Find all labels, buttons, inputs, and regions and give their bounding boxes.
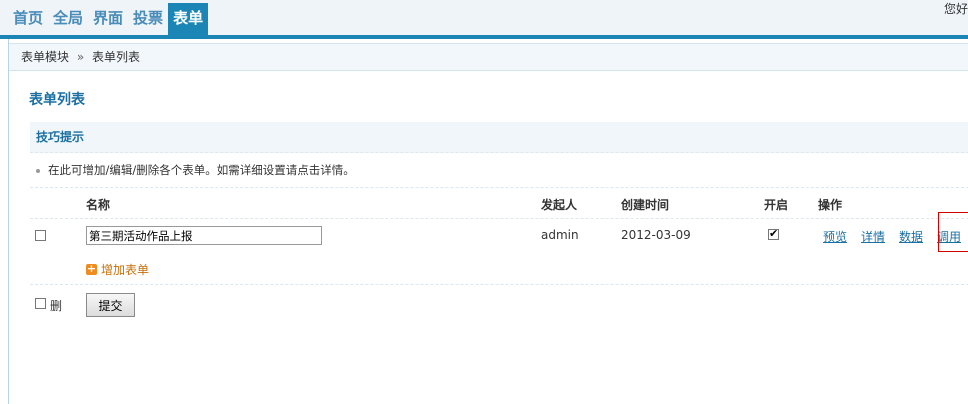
content-frame: 表单模块 » 表单列表 表单列表 技巧提示 在此可增加/编辑/删除各个表单。如需… xyxy=(8,39,968,404)
header-enabled: 开启 xyxy=(764,198,789,212)
nav-item-interface[interactable]: 界面 xyxy=(88,3,128,35)
breadcrumb-current: 表单列表 xyxy=(92,50,141,64)
footer-actions: 删 提交 xyxy=(30,290,968,320)
main-nav: 首页 全局 界面 投票 表单 xyxy=(8,3,209,35)
enabled-checkbox[interactable] xyxy=(768,227,779,240)
user-greeting: 您好 xyxy=(943,2,968,16)
top-navigation-bar: 首页 全局 界面 投票 表单 您好 xyxy=(0,0,968,36)
initiator-value: admin xyxy=(541,228,579,242)
header-name: 名称 xyxy=(86,198,111,212)
add-form-button[interactable]: + 增加表单 xyxy=(86,261,149,278)
tips-text: 在此可增加/编辑/删除各个表单。如需详细设置请点击详情。 xyxy=(48,163,355,177)
submit-button[interactable]: 提交 xyxy=(86,293,135,317)
tips-title: 技巧提示 xyxy=(30,122,968,153)
nav-item-form[interactable]: 表单 xyxy=(168,3,209,35)
highlight-box xyxy=(938,212,968,252)
select-all-delete-checkbox[interactable] xyxy=(35,298,46,309)
nav-item-global[interactable]: 全局 xyxy=(48,3,88,35)
delete-label: 删 xyxy=(50,299,63,313)
nav-item-vote[interactable]: 投票 xyxy=(128,3,168,35)
header-initiator: 发起人 xyxy=(541,198,578,212)
table-row: admin 2012-03-09 预览 详情 数据 调用 xyxy=(30,212,968,252)
data-link[interactable]: 数据 xyxy=(899,228,923,245)
form-name-input[interactable] xyxy=(86,226,322,245)
breadcrumb: 表单模块 » 表单列表 xyxy=(9,43,968,71)
page-title: 表单列表 xyxy=(29,92,85,108)
details-link[interactable]: 详情 xyxy=(861,228,885,245)
header-created: 创建时间 xyxy=(621,198,670,212)
plus-icon: + xyxy=(86,262,97,275)
tips-body: 在此可增加/编辑/删除各个表单。如需详细设置请点击详情。 xyxy=(30,154,968,188)
add-form-label: 增加表单 xyxy=(101,263,150,277)
nav-item-home[interactable]: 首页 xyxy=(8,3,48,35)
row-select-checkbox[interactable] xyxy=(35,230,46,241)
breadcrumb-separator: » xyxy=(76,50,85,64)
table-header: 名称 发起人 创建时间 开启 操作 xyxy=(30,189,968,219)
created-date: 2012-03-09 xyxy=(621,228,691,242)
bullet-icon xyxy=(36,168,40,173)
header-actions: 操作 xyxy=(818,198,843,212)
breadcrumb-parent[interactable]: 表单模块 xyxy=(21,50,69,64)
add-row: + 增加表单 xyxy=(30,253,968,285)
preview-link[interactable]: 预览 xyxy=(823,228,847,245)
